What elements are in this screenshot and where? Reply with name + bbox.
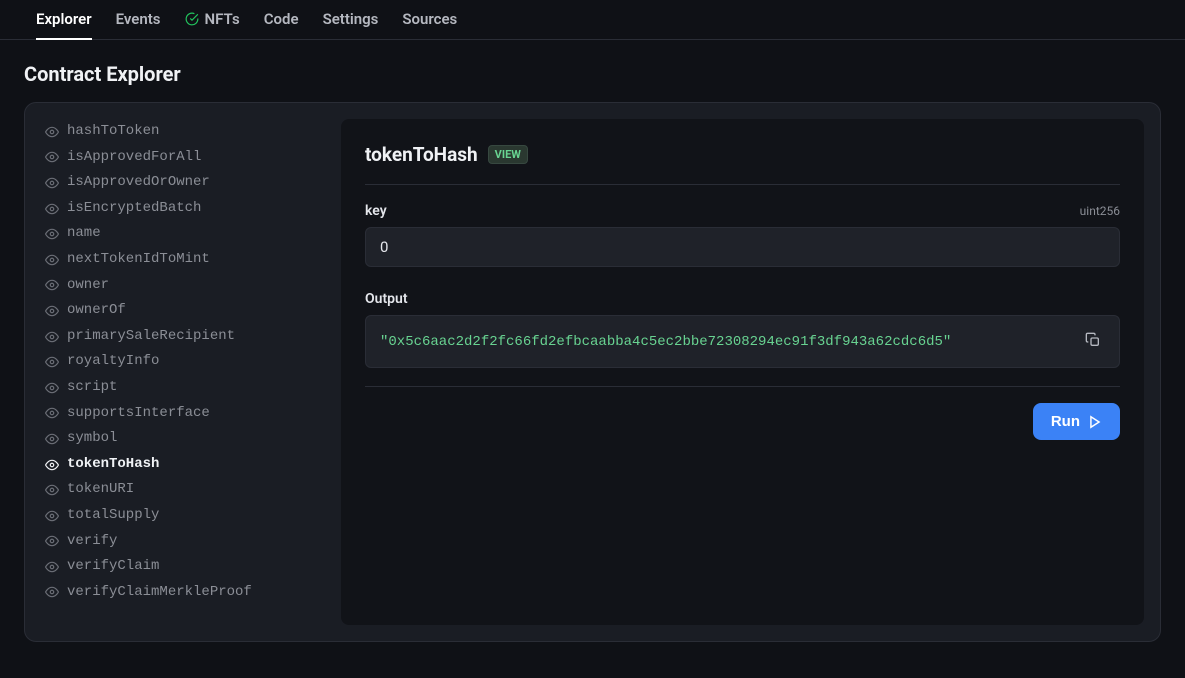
action-row: Run (365, 403, 1120, 440)
param-label: key (365, 203, 387, 219)
sidebar-item-label: royaltyInfo (67, 352, 159, 372)
eye-icon (45, 253, 59, 267)
nav-tab-label: NFTs (205, 10, 240, 28)
sidebar-item-label: isEncryptedBatch (67, 199, 201, 219)
nav-tab-code[interactable]: Code (264, 0, 299, 40)
sidebar-item-verifyClaimMerkleProof[interactable]: verifyClaimMerkleProof (41, 580, 321, 606)
sidebar-item-label: script (67, 378, 117, 398)
sidebar-item-verify[interactable]: verify (41, 529, 321, 555)
sidebar-item-label: verifyClaim (67, 557, 159, 577)
function-badge: VIEW (488, 145, 528, 164)
sidebar-item-tokenURI[interactable]: tokenURI (41, 477, 321, 503)
eye-icon (45, 509, 59, 523)
function-name: tokenToHash (365, 143, 478, 166)
eye-icon (45, 381, 59, 395)
nav-tab-events[interactable]: Events (116, 0, 161, 40)
sidebar-item-label: name (67, 224, 101, 244)
nav-tab-label: Code (264, 10, 299, 28)
sidebar-item-nextTokenIdToMint[interactable]: nextTokenIdToMint (41, 247, 321, 273)
sidebar-item-ownerOf[interactable]: ownerOf (41, 298, 321, 324)
sidebar-item-label: isApprovedOrOwner (67, 173, 210, 193)
sidebar-item-label: tokenToHash (67, 455, 159, 475)
main-container: hashToToken isApprovedForAll isApprovedOrO… (24, 102, 1161, 642)
play-icon (1088, 415, 1102, 429)
sidebar-item-label: hashToToken (67, 122, 159, 142)
sidebar-item-label: totalSupply (67, 506, 159, 526)
param-row: key uint256 (365, 203, 1120, 219)
run-button[interactable]: Run (1033, 403, 1120, 440)
sidebar-item-label: symbol (67, 429, 117, 449)
sidebar-item-isEncryptedBatch[interactable]: isEncryptedBatch (41, 196, 321, 222)
nav-tab-sources[interactable]: Sources (402, 0, 457, 40)
sidebar-item-label: primarySaleRecipient (67, 327, 235, 347)
sidebar-item-label: tokenURI (67, 480, 134, 500)
sidebar-item-verifyClaim[interactable]: verifyClaim (41, 554, 321, 580)
sidebar-item-primarySaleRecipient[interactable]: primarySaleRecipient (41, 324, 321, 350)
sidebar-item-tokenToHash[interactable]: tokenToHash (41, 452, 321, 478)
function-header: tokenToHash VIEW (365, 143, 1120, 185)
sidebar-item-symbol[interactable]: symbol (41, 426, 321, 452)
sidebar-item-totalSupply[interactable]: totalSupply (41, 503, 321, 529)
sidebar-item-hashToToken[interactable]: hashToToken (41, 119, 321, 145)
eye-icon (45, 150, 59, 164)
sidebar-item-royaltyInfo[interactable]: royaltyInfo (41, 349, 321, 375)
nav-tab-nfts[interactable]: NFTs (185, 0, 240, 40)
sidebar-item-label: verifyClaimMerkleProof (67, 583, 252, 603)
eye-icon (45, 406, 59, 420)
eye-icon (45, 202, 59, 216)
eye-icon (45, 176, 59, 190)
eye-icon (45, 355, 59, 369)
sidebar-item-name[interactable]: name (41, 221, 321, 247)
eye-icon (45, 304, 59, 318)
sidebar-item-script[interactable]: script (41, 375, 321, 401)
copy-icon (1085, 332, 1101, 348)
nav-tab-label: Events (116, 10, 161, 28)
sidebar-item-isApprovedForAll[interactable]: isApprovedForAll (41, 145, 321, 171)
sidebar-item-label: isApprovedForAll (67, 148, 201, 168)
eye-icon (45, 560, 59, 574)
page-title: Contract Explorer (24, 62, 1161, 86)
eye-icon (45, 227, 59, 241)
eye-icon (45, 432, 59, 446)
eye-icon (45, 278, 59, 292)
sidebar-item-label: verify (67, 532, 117, 552)
param-type: uint256 (1080, 204, 1120, 218)
run-button-label: Run (1051, 413, 1080, 430)
output-value: "0x5c6aac2d2f2fc66fd2efbcaabba4c5ec2bbe7… (380, 334, 951, 350)
sidebar-item-supportsInterface[interactable]: supportsInterface (41, 401, 321, 427)
nav-tab-label: Settings (323, 10, 379, 28)
output-box: "0x5c6aac2d2f2fc66fd2efbcaabba4c5ec2bbe7… (365, 315, 1120, 368)
nav-tab-settings[interactable]: Settings (323, 0, 379, 40)
sidebar-item-label: ownerOf (67, 301, 126, 321)
eye-icon (45, 125, 59, 139)
eye-icon (45, 585, 59, 599)
nav-tab-explorer[interactable]: Explorer (36, 0, 92, 40)
output-label: Output (365, 291, 1120, 307)
sidebar-item-isApprovedOrOwner[interactable]: isApprovedOrOwner (41, 170, 321, 196)
nav-tab-label: Sources (402, 10, 457, 28)
eye-icon (45, 534, 59, 548)
function-panel: tokenToHash VIEW key uint256 Output "0x5c… (341, 119, 1144, 625)
sidebar-item-label: owner (67, 276, 109, 296)
divider (365, 386, 1120, 387)
page-header: Contract Explorer (0, 40, 1185, 102)
function-sidebar[interactable]: hashToToken isApprovedForAll isApprovedOrO… (41, 119, 325, 625)
top-nav: Explorer Events NFTs Code Settings Sources (0, 0, 1185, 40)
param-input-key[interactable] (365, 227, 1120, 267)
eye-icon (45, 330, 59, 344)
copy-button[interactable] (1081, 328, 1105, 355)
eye-icon (45, 483, 59, 497)
nav-tab-label: Explorer (36, 10, 92, 28)
sidebar-item-label: nextTokenIdToMint (67, 250, 210, 270)
eye-icon (45, 458, 59, 472)
sidebar-item-owner[interactable]: owner (41, 273, 321, 299)
check-circle-icon (185, 12, 199, 26)
sidebar-item-label: supportsInterface (67, 404, 210, 424)
